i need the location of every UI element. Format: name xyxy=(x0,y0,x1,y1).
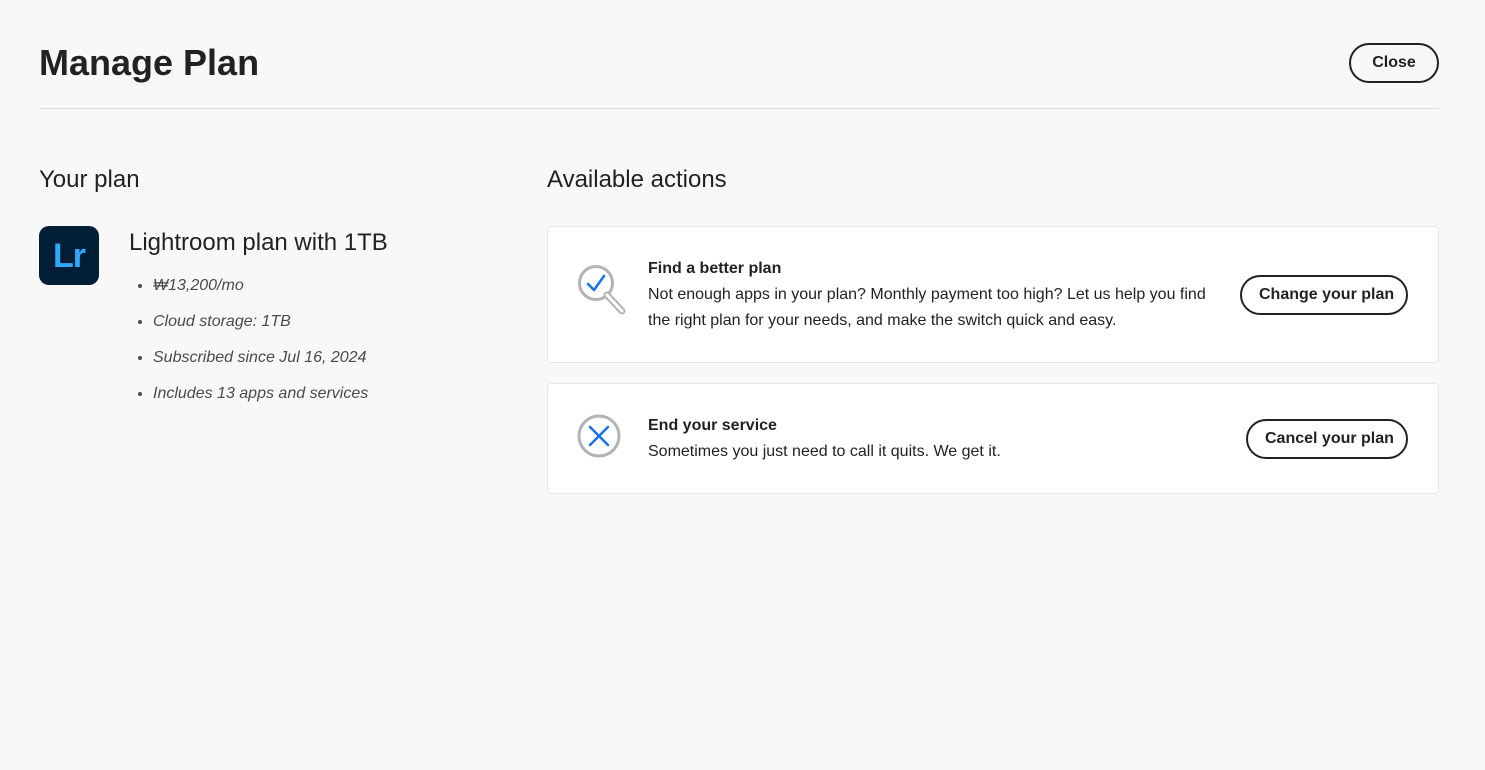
end-service-description: Sometimes you just need to call it quits… xyxy=(648,443,1001,460)
end-service-title: End your service xyxy=(648,417,777,434)
find-better-plan-card: Find a better plan Not enough apps in yo… xyxy=(547,226,1439,363)
end-service-card: End your service Sometimes you just need… xyxy=(547,383,1439,494)
close-button[interactable]: Close xyxy=(1349,43,1439,83)
find-better-plan-title: Find a better plan xyxy=(648,260,782,277)
cancel-plan-button[interactable]: Cancel your plan xyxy=(1246,419,1408,459)
plan-cloud-storage: Cloud storage: 1TB xyxy=(153,306,368,342)
lightroom-app-icon-text: Lr xyxy=(53,236,86,275)
magnifier-check-icon xyxy=(578,265,626,315)
lightroom-app-icon: Lr xyxy=(39,226,99,285)
plan-subscribed-since: Subscribed since Jul 16, 2024 xyxy=(153,342,368,378)
your-plan-heading: Your plan xyxy=(39,166,140,193)
find-better-plan-description: Not enough apps in your plan? Monthly pa… xyxy=(648,286,1206,329)
plan-included-apps: Includes 13 apps and services xyxy=(153,378,368,414)
circle-x-icon xyxy=(577,414,621,458)
plan-name: Lightroom plan with 1TB xyxy=(129,229,388,256)
available-actions-heading: Available actions xyxy=(547,166,727,193)
plan-price: ₩13,200/mo xyxy=(153,270,368,306)
change-plan-button[interactable]: Change your plan xyxy=(1240,275,1408,315)
plan-details-list: ₩13,200/mo Cloud storage: 1TB Subscribed… xyxy=(129,270,368,414)
page-title: Manage Plan xyxy=(39,42,260,83)
page-header: Manage Plan Close xyxy=(39,0,1439,109)
